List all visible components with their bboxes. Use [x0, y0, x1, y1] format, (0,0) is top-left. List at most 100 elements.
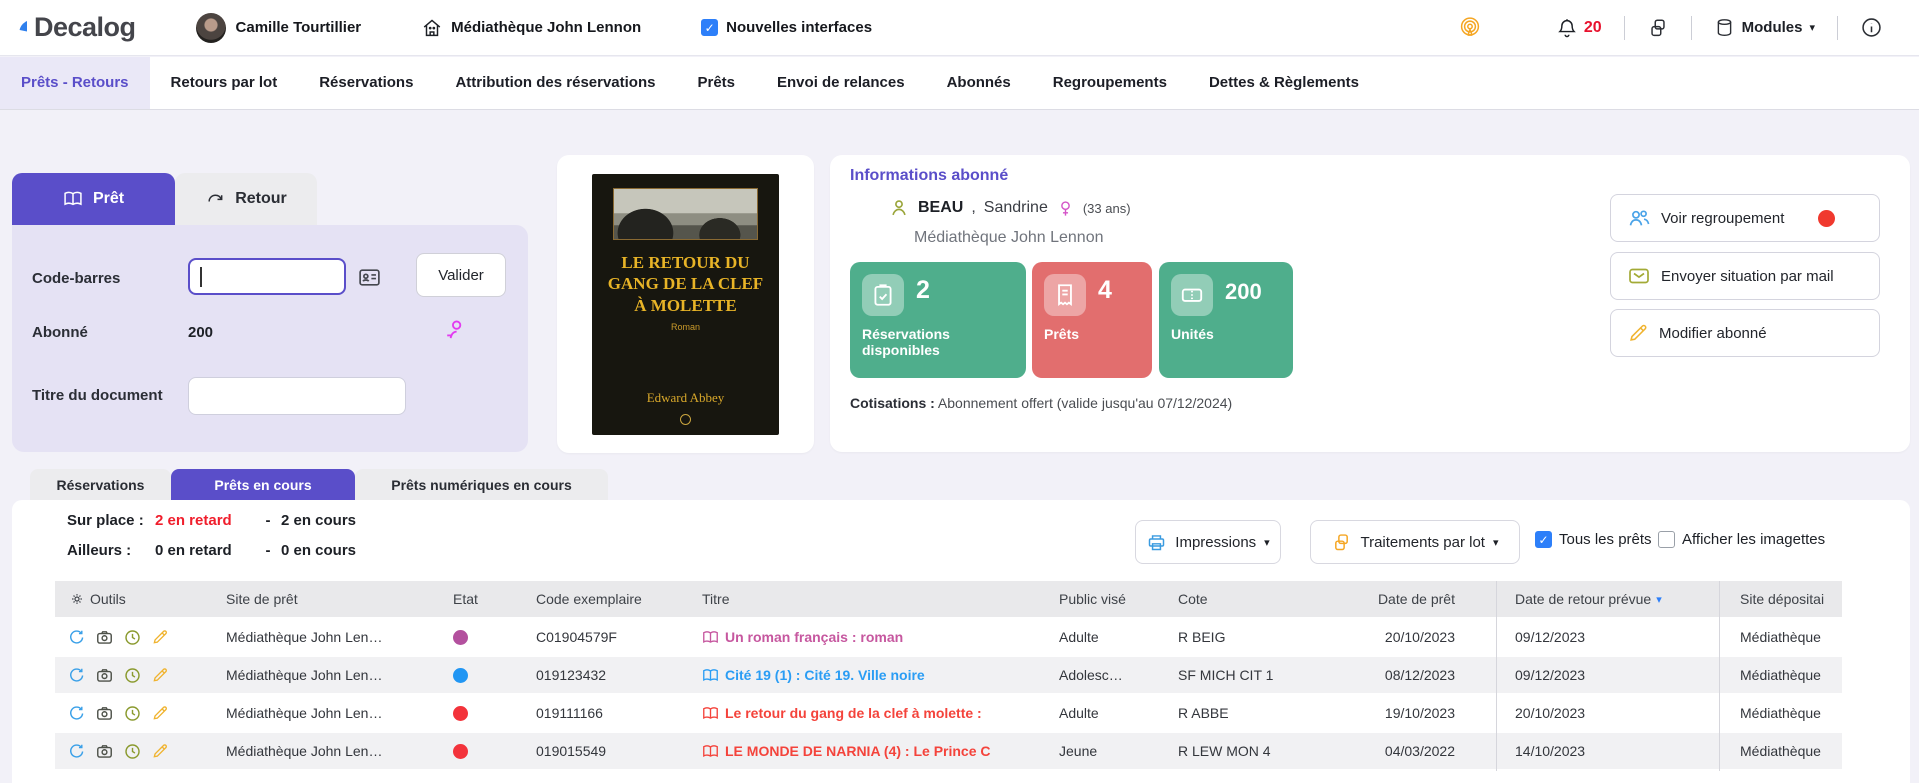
info-icon[interactable] — [1860, 16, 1883, 39]
show-thumbnails-checkbox[interactable] — [1658, 531, 1675, 548]
send-mail-button[interactable]: Envoyer situation par mail — [1610, 252, 1880, 300]
cell-audience: Adulte — [1059, 705, 1099, 721]
table-row[interactable]: Médiathèque John Len… 019015549 LE MONDE… — [55, 733, 1842, 769]
person-remove-icon[interactable] — [442, 317, 468, 343]
stat-card-reservations[interactable]: 2 Réservations disponibles — [850, 262, 1026, 378]
id-card-icon[interactable] — [357, 265, 382, 290]
beacon-icon[interactable] — [1458, 16, 1482, 40]
column-divider — [1719, 581, 1720, 771]
ticket-icon — [1171, 274, 1213, 316]
pencil-icon[interactable] — [151, 704, 169, 722]
history-clock-icon[interactable] — [123, 628, 142, 647]
cell-audience: Adulte — [1059, 629, 1099, 645]
camera-icon[interactable] — [95, 742, 114, 761]
table-row[interactable]: Médiathèque John Len… C01904579F Un roma… — [55, 619, 1842, 655]
nav-tab-abonnes[interactable]: Abonnés — [926, 57, 1032, 109]
renew-icon[interactable] — [67, 742, 86, 761]
table-row[interactable]: Médiathèque John Len… 019123432 Cité 19 … — [55, 657, 1842, 693]
renew-icon[interactable] — [67, 628, 86, 647]
mail-icon — [1629, 268, 1649, 284]
divider — [1623, 15, 1625, 40]
all-loans-checkbox[interactable] — [1535, 531, 1552, 548]
pencil-icon[interactable] — [151, 666, 169, 684]
cell-title[interactable]: Le retour du gang de la clef à molette : — [702, 695, 982, 731]
stat-label: Prêts — [1044, 326, 1080, 342]
batch-dropdown-button[interactable]: Traitements par lot ▾ — [1310, 520, 1520, 564]
nav-tab-reservations[interactable]: Réservations — [298, 57, 434, 109]
history-clock-icon[interactable] — [123, 742, 142, 761]
tab-pret[interactable]: Prêt — [12, 173, 175, 225]
row-actions — [67, 657, 169, 693]
table-row[interactable]: Médiathèque John Len… 019111166 Le retou… — [55, 695, 1842, 731]
barcode-label: Code-barres — [32, 270, 121, 287]
pencil-icon[interactable] — [151, 742, 169, 760]
camera-icon[interactable] — [95, 666, 114, 685]
notifications-button[interactable]: 20 — [1556, 17, 1602, 39]
header-site[interactable]: Site de prêt — [226, 581, 298, 617]
state-dot — [453, 629, 468, 645]
cell-due-date: 20/10/2023 — [1515, 705, 1586, 721]
loans-tab-prets-numeriques[interactable]: Prêts numériques en cours — [355, 469, 608, 500]
column-divider — [1496, 581, 1497, 771]
stat-card-prets[interactable]: 4 Prêts — [1032, 262, 1152, 378]
header-callnum[interactable]: Cote — [1178, 581, 1208, 617]
cell-deposit-site: Médiathèque — [1740, 743, 1821, 759]
patron-age: (33 ans) — [1082, 200, 1131, 216]
header-code[interactable]: Code exemplaire — [536, 581, 642, 617]
nav-tab-prets-retours[interactable]: Prêts - Retours — [0, 57, 150, 109]
status-separator: - — [265, 542, 271, 559]
edit-patron-label: Modifier abonné — [1659, 324, 1767, 342]
history-clock-icon[interactable] — [123, 666, 142, 685]
cell-callnum: SF MICH CIT 1 — [1178, 667, 1274, 683]
open-book-icon — [64, 191, 82, 206]
header-due-date[interactable]: Date de retour prévue ▾ — [1515, 581, 1662, 617]
doc-title-input[interactable] — [188, 377, 406, 415]
camera-icon[interactable] — [95, 704, 114, 723]
header-tools[interactable]: Outils — [69, 581, 126, 617]
renew-icon[interactable] — [67, 704, 86, 723]
header-loan-date[interactable]: Date de prêt — [1295, 581, 1455, 617]
cell-callnum: R LEW MON 4 — [1178, 743, 1271, 759]
all-loans-toggle[interactable]: Tous les prêts — [1535, 531, 1652, 548]
nav-tab-dettes[interactable]: Dettes & Règlements — [1188, 57, 1380, 109]
nav-tab-prets[interactable]: Prêts — [676, 57, 756, 109]
nav-tab-attribution[interactable]: Attribution des réservations — [434, 57, 676, 109]
view-group-button[interactable]: Voir regroupement — [1610, 194, 1880, 242]
stat-card-unites[interactable]: 200 Unités — [1159, 262, 1293, 378]
tab-retour[interactable]: Retour — [175, 173, 317, 225]
status-elsewhere-label: Ailleurs : — [67, 542, 132, 559]
header-title[interactable]: Titre — [702, 581, 729, 617]
pencil-icon — [1630, 324, 1647, 341]
sort-caret-icon: ▾ — [1656, 593, 1662, 606]
renew-icon[interactable] — [67, 666, 86, 685]
cell-deposit-site: Médiathèque — [1740, 629, 1821, 645]
publisher-mark — [680, 414, 691, 425]
links-icon[interactable] — [1647, 17, 1669, 39]
nav-tab-retours-par-lot[interactable]: Retours par lot — [150, 57, 299, 109]
edit-patron-button[interactable]: Modifier abonné — [1610, 309, 1880, 357]
cell-title[interactable]: LE MONDE DE NARNIA (4) : Le Prince C — [702, 733, 991, 769]
loans-tab-prets-en-cours[interactable]: Prêts en cours — [171, 469, 355, 500]
new-interfaces-checkbox[interactable] — [701, 19, 719, 36]
doc-title-label: Titre du document — [32, 387, 163, 404]
cell-title[interactable]: Un roman français : roman — [702, 619, 903, 655]
show-thumbnails-toggle[interactable]: Afficher les imagettes — [1658, 531, 1825, 548]
header-state[interactable]: Etat — [453, 581, 478, 617]
modules-menu[interactable]: Modules ▾ — [1714, 17, 1815, 38]
print-dropdown-button[interactable]: Impressions ▾ — [1135, 520, 1281, 564]
current-user[interactable]: Camille Tourtillier — [195, 12, 361, 43]
camera-icon[interactable] — [95, 628, 114, 647]
pencil-icon[interactable] — [151, 628, 169, 646]
history-clock-icon[interactable] — [123, 704, 142, 723]
nav-tab-relances[interactable]: Envoi de relances — [756, 57, 926, 109]
header-deposit-site[interactable]: Site dépositai — [1740, 581, 1840, 617]
cell-title[interactable]: Cité 19 (1) : Cité 19. Ville noire — [702, 657, 925, 693]
barcode-input[interactable] — [188, 258, 346, 295]
validate-button[interactable]: Valider — [416, 253, 506, 297]
cell-site: Médiathèque John Len… — [226, 743, 383, 759]
nav-tab-regroupements[interactable]: Regroupements — [1032, 57, 1188, 109]
current-library[interactable]: Médiathèque John Lennon — [421, 17, 641, 39]
header-audience[interactable]: Public visé — [1059, 581, 1126, 617]
loans-tab-reservations[interactable]: Réservations — [30, 469, 171, 500]
new-interfaces-toggle[interactable]: Nouvelles interfaces — [701, 19, 872, 36]
